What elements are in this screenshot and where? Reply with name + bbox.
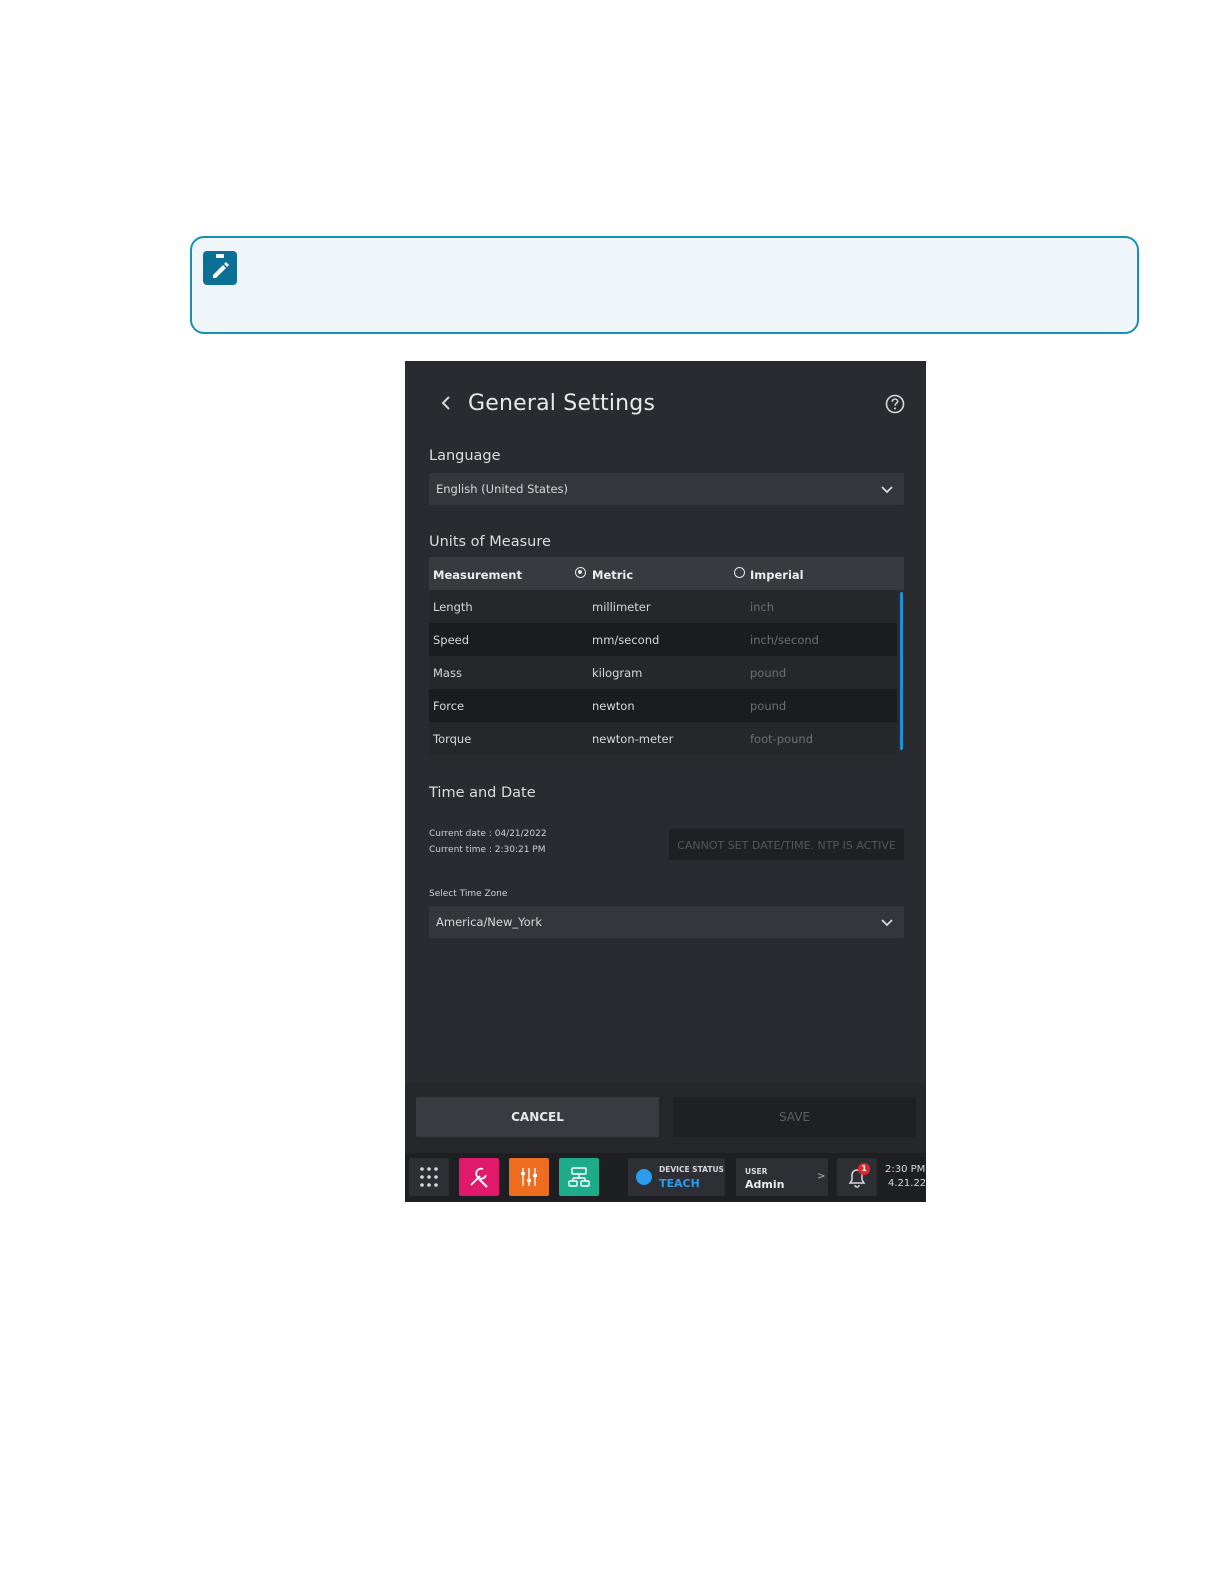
help-circle-icon[interactable] xyxy=(884,393,906,415)
table-row: Force newton pound xyxy=(429,689,897,722)
units-label: Units of Measure xyxy=(429,534,551,550)
status-dot-icon xyxy=(636,1169,652,1185)
network-icon xyxy=(568,1167,590,1187)
device-status-label: DEVICE STATUS xyxy=(659,1165,724,1174)
cancel-button[interactable]: CANCEL xyxy=(416,1097,659,1137)
metric-column-header[interactable]: Metric xyxy=(592,568,633,582)
clock-date: 4.21.22 xyxy=(888,1178,926,1189)
device-status-value: TEACH xyxy=(659,1177,700,1190)
units-table-header: Measurement Metric Imperial xyxy=(429,557,904,590)
user-label: USER xyxy=(745,1167,768,1176)
bell-icon xyxy=(848,1169,866,1188)
timezone-select[interactable]: America/New_York xyxy=(429,906,904,938)
set-date-time-label: CANNOT SET DATE/TIME. NTP IS ACTIVE xyxy=(677,839,896,852)
save-label: SAVE xyxy=(778,1110,811,1124)
row-measurement: Torque xyxy=(433,732,472,746)
table-row: Speed mm/second inch/second xyxy=(429,623,897,656)
app-grid-icon xyxy=(420,1167,438,1187)
language-value: English (United States) xyxy=(436,482,569,496)
units-table: Measurement Metric Imperial Length milli… xyxy=(429,557,904,755)
footer-actions: CANCEL SAVE xyxy=(405,1083,926,1153)
notification-badge: 1 xyxy=(858,1163,870,1175)
row-measurement: Mass xyxy=(433,666,462,680)
table-row: Mass kilogram pound xyxy=(429,656,897,689)
set-date-time-button[interactable]: CANNOT SET DATE/TIME. NTP IS ACTIVE xyxy=(669,829,904,860)
app-grid-button[interactable] xyxy=(409,1158,449,1196)
row-metric-unit: millimeter xyxy=(592,600,651,614)
network-app-button[interactable] xyxy=(559,1158,599,1196)
clock-time: 2:30 PM xyxy=(885,1164,926,1175)
cancel-label: CANCEL xyxy=(511,1110,564,1124)
taskbar: DEVICE STATUS TEACH USER Admin > 1 2:30 … xyxy=(405,1153,926,1202)
row-imperial-unit: inch xyxy=(750,600,775,614)
sliders-icon xyxy=(521,1168,537,1186)
row-metric-unit: kilogram xyxy=(592,666,643,680)
general-settings-screen: General Settings Language English (Unite… xyxy=(405,361,926,1202)
chevron-left-icon[interactable] xyxy=(437,391,457,415)
clock: 2:30 PM 4.21.22 xyxy=(885,1163,926,1191)
row-metric-unit: newton-meter xyxy=(592,732,674,746)
pencil-clipboard-icon xyxy=(203,251,237,285)
row-imperial-unit: pound xyxy=(750,666,787,680)
metric-radio[interactable] xyxy=(575,567,586,578)
table-row: Torque newton-meter foot-pound xyxy=(429,722,897,755)
row-imperial-unit: pound xyxy=(750,699,787,713)
mixer-app-button[interactable] xyxy=(509,1158,549,1196)
row-imperial-unit: inch/second xyxy=(750,633,819,647)
page-title: General Settings xyxy=(468,391,656,416)
user-button[interactable]: USER Admin > xyxy=(736,1158,828,1196)
table-row: Length millimeter inch xyxy=(429,590,897,623)
row-measurement: Force xyxy=(433,699,465,713)
user-value: Admin xyxy=(745,1178,785,1191)
measurement-column-header: Measurement xyxy=(433,568,522,582)
row-metric-unit: newton xyxy=(592,699,635,713)
current-time: Current time : 2:30:21 PM xyxy=(429,845,546,855)
chevron-right-icon: > xyxy=(817,1171,826,1182)
notifications-button[interactable]: 1 xyxy=(837,1158,877,1196)
current-date: Current date : 04/21/2022 xyxy=(429,829,547,839)
save-button[interactable]: SAVE xyxy=(673,1097,916,1137)
row-metric-unit: mm/second xyxy=(592,633,660,647)
timezone-label: Select Time Zone xyxy=(429,889,508,899)
chevron-down-icon xyxy=(880,916,894,928)
note-callout xyxy=(190,236,1139,334)
units-scrollbar[interactable] xyxy=(900,592,903,750)
language-label: Language xyxy=(429,448,501,464)
wrench-icon xyxy=(470,1167,488,1188)
device-status-button[interactable]: DEVICE STATUS TEACH xyxy=(628,1158,725,1196)
row-imperial-unit: foot-pound xyxy=(750,732,813,746)
timezone-value: America/New_York xyxy=(436,915,543,929)
tools-app-button[interactable] xyxy=(459,1158,499,1196)
time-date-label: Time and Date xyxy=(429,785,536,801)
row-measurement: Length xyxy=(433,600,473,614)
chevron-down-icon xyxy=(880,483,894,495)
imperial-radio[interactable] xyxy=(734,567,745,578)
row-measurement: Speed xyxy=(433,633,470,647)
language-select[interactable]: English (United States) xyxy=(429,473,904,505)
imperial-column-header[interactable]: Imperial xyxy=(750,568,804,582)
